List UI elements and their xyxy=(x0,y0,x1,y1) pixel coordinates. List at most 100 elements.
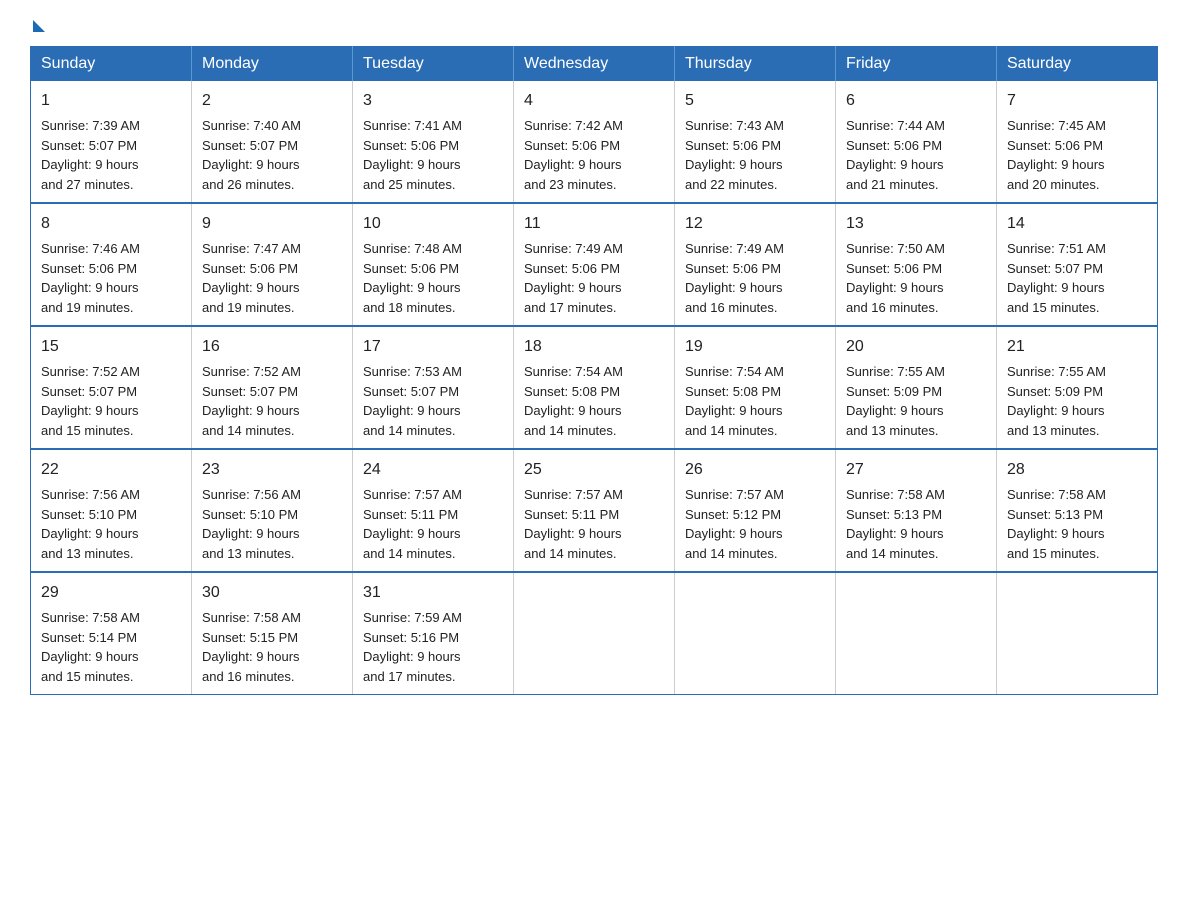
day-info: Sunrise: 7:57 AMSunset: 5:11 PMDaylight:… xyxy=(524,487,623,561)
day-number: 25 xyxy=(524,458,664,482)
weekday-header-tuesday: Tuesday xyxy=(353,47,514,82)
calendar-cell: 3 Sunrise: 7:41 AMSunset: 5:06 PMDayligh… xyxy=(353,81,514,203)
calendar-cell: 4 Sunrise: 7:42 AMSunset: 5:06 PMDayligh… xyxy=(514,81,675,203)
calendar-cell: 12 Sunrise: 7:49 AMSunset: 5:06 PMDaylig… xyxy=(675,203,836,326)
day-number: 9 xyxy=(202,212,342,236)
calendar-cell xyxy=(836,572,997,695)
week-row-5: 29 Sunrise: 7:58 AMSunset: 5:14 PMDaylig… xyxy=(31,572,1158,695)
day-number: 4 xyxy=(524,89,664,113)
calendar-cell: 16 Sunrise: 7:52 AMSunset: 5:07 PMDaylig… xyxy=(192,326,353,449)
day-number: 20 xyxy=(846,335,986,359)
weekday-header-sunday: Sunday xyxy=(31,47,192,82)
day-info: Sunrise: 7:53 AMSunset: 5:07 PMDaylight:… xyxy=(363,364,462,438)
calendar-cell: 14 Sunrise: 7:51 AMSunset: 5:07 PMDaylig… xyxy=(997,203,1158,326)
calendar-cell: 31 Sunrise: 7:59 AMSunset: 5:16 PMDaylig… xyxy=(353,572,514,695)
day-info: Sunrise: 7:43 AMSunset: 5:06 PMDaylight:… xyxy=(685,118,784,192)
day-number: 6 xyxy=(846,89,986,113)
day-info: Sunrise: 7:46 AMSunset: 5:06 PMDaylight:… xyxy=(41,241,140,315)
calendar-cell: 11 Sunrise: 7:49 AMSunset: 5:06 PMDaylig… xyxy=(514,203,675,326)
day-info: Sunrise: 7:55 AMSunset: 5:09 PMDaylight:… xyxy=(846,364,945,438)
day-info: Sunrise: 7:41 AMSunset: 5:06 PMDaylight:… xyxy=(363,118,462,192)
day-number: 27 xyxy=(846,458,986,482)
day-info: Sunrise: 7:44 AMSunset: 5:06 PMDaylight:… xyxy=(846,118,945,192)
weekday-header-row: SundayMondayTuesdayWednesdayThursdayFrid… xyxy=(31,47,1158,82)
day-info: Sunrise: 7:49 AMSunset: 5:06 PMDaylight:… xyxy=(524,241,623,315)
calendar-cell: 22 Sunrise: 7:56 AMSunset: 5:10 PMDaylig… xyxy=(31,449,192,572)
day-info: Sunrise: 7:58 AMSunset: 5:14 PMDaylight:… xyxy=(41,610,140,684)
weekday-header-wednesday: Wednesday xyxy=(514,47,675,82)
logo-area xyxy=(30,20,45,28)
calendar-cell: 26 Sunrise: 7:57 AMSunset: 5:12 PMDaylig… xyxy=(675,449,836,572)
weekday-header-friday: Friday xyxy=(836,47,997,82)
day-info: Sunrise: 7:56 AMSunset: 5:10 PMDaylight:… xyxy=(202,487,301,561)
calendar-cell: 13 Sunrise: 7:50 AMSunset: 5:06 PMDaylig… xyxy=(836,203,997,326)
day-number: 31 xyxy=(363,581,503,605)
calendar-cell: 5 Sunrise: 7:43 AMSunset: 5:06 PMDayligh… xyxy=(675,81,836,203)
day-info: Sunrise: 7:40 AMSunset: 5:07 PMDaylight:… xyxy=(202,118,301,192)
calendar-cell: 2 Sunrise: 7:40 AMSunset: 5:07 PMDayligh… xyxy=(192,81,353,203)
day-number: 21 xyxy=(1007,335,1147,359)
day-info: Sunrise: 7:58 AMSunset: 5:15 PMDaylight:… xyxy=(202,610,301,684)
calendar-cell: 8 Sunrise: 7:46 AMSunset: 5:06 PMDayligh… xyxy=(31,203,192,326)
day-info: Sunrise: 7:54 AMSunset: 5:08 PMDaylight:… xyxy=(524,364,623,438)
day-info: Sunrise: 7:58 AMSunset: 5:13 PMDaylight:… xyxy=(1007,487,1106,561)
day-number: 29 xyxy=(41,581,181,605)
day-number: 24 xyxy=(363,458,503,482)
calendar-cell: 27 Sunrise: 7:58 AMSunset: 5:13 PMDaylig… xyxy=(836,449,997,572)
calendar-cell: 28 Sunrise: 7:58 AMSunset: 5:13 PMDaylig… xyxy=(997,449,1158,572)
day-number: 16 xyxy=(202,335,342,359)
week-row-2: 8 Sunrise: 7:46 AMSunset: 5:06 PMDayligh… xyxy=(31,203,1158,326)
day-number: 30 xyxy=(202,581,342,605)
day-number: 14 xyxy=(1007,212,1147,236)
calendar-cell: 10 Sunrise: 7:48 AMSunset: 5:06 PMDaylig… xyxy=(353,203,514,326)
calendar-cell: 15 Sunrise: 7:52 AMSunset: 5:07 PMDaylig… xyxy=(31,326,192,449)
day-number: 11 xyxy=(524,212,664,236)
day-number: 1 xyxy=(41,89,181,113)
calendar-cell: 25 Sunrise: 7:57 AMSunset: 5:11 PMDaylig… xyxy=(514,449,675,572)
calendar-cell: 19 Sunrise: 7:54 AMSunset: 5:08 PMDaylig… xyxy=(675,326,836,449)
day-info: Sunrise: 7:48 AMSunset: 5:06 PMDaylight:… xyxy=(363,241,462,315)
logo-blue-part xyxy=(30,20,45,28)
week-row-3: 15 Sunrise: 7:52 AMSunset: 5:07 PMDaylig… xyxy=(31,326,1158,449)
day-number: 18 xyxy=(524,335,664,359)
day-info: Sunrise: 7:52 AMSunset: 5:07 PMDaylight:… xyxy=(202,364,301,438)
day-number: 3 xyxy=(363,89,503,113)
calendar-cell: 7 Sunrise: 7:45 AMSunset: 5:06 PMDayligh… xyxy=(997,81,1158,203)
day-info: Sunrise: 7:54 AMSunset: 5:08 PMDaylight:… xyxy=(685,364,784,438)
day-info: Sunrise: 7:56 AMSunset: 5:10 PMDaylight:… xyxy=(41,487,140,561)
calendar-cell: 23 Sunrise: 7:56 AMSunset: 5:10 PMDaylig… xyxy=(192,449,353,572)
day-info: Sunrise: 7:57 AMSunset: 5:11 PMDaylight:… xyxy=(363,487,462,561)
day-info: Sunrise: 7:52 AMSunset: 5:07 PMDaylight:… xyxy=(41,364,140,438)
day-number: 13 xyxy=(846,212,986,236)
day-info: Sunrise: 7:59 AMSunset: 5:16 PMDaylight:… xyxy=(363,610,462,684)
calendar-cell: 17 Sunrise: 7:53 AMSunset: 5:07 PMDaylig… xyxy=(353,326,514,449)
logo-triangle-icon xyxy=(33,20,45,32)
day-number: 5 xyxy=(685,89,825,113)
calendar-cell: 24 Sunrise: 7:57 AMSunset: 5:11 PMDaylig… xyxy=(353,449,514,572)
calendar-cell: 9 Sunrise: 7:47 AMSunset: 5:06 PMDayligh… xyxy=(192,203,353,326)
day-number: 19 xyxy=(685,335,825,359)
calendar-cell: 29 Sunrise: 7:58 AMSunset: 5:14 PMDaylig… xyxy=(31,572,192,695)
day-info: Sunrise: 7:57 AMSunset: 5:12 PMDaylight:… xyxy=(685,487,784,561)
day-info: Sunrise: 7:49 AMSunset: 5:06 PMDaylight:… xyxy=(685,241,784,315)
calendar-cell: 20 Sunrise: 7:55 AMSunset: 5:09 PMDaylig… xyxy=(836,326,997,449)
day-info: Sunrise: 7:45 AMSunset: 5:06 PMDaylight:… xyxy=(1007,118,1106,192)
day-number: 7 xyxy=(1007,89,1147,113)
week-row-4: 22 Sunrise: 7:56 AMSunset: 5:10 PMDaylig… xyxy=(31,449,1158,572)
logo xyxy=(30,20,45,28)
weekday-header-saturday: Saturday xyxy=(997,47,1158,82)
calendar-cell xyxy=(514,572,675,695)
day-number: 10 xyxy=(363,212,503,236)
calendar-cell xyxy=(675,572,836,695)
day-number: 22 xyxy=(41,458,181,482)
calendar-cell: 1 Sunrise: 7:39 AMSunset: 5:07 PMDayligh… xyxy=(31,81,192,203)
day-info: Sunrise: 7:47 AMSunset: 5:06 PMDaylight:… xyxy=(202,241,301,315)
calendar-cell: 6 Sunrise: 7:44 AMSunset: 5:06 PMDayligh… xyxy=(836,81,997,203)
weekday-header-monday: Monday xyxy=(192,47,353,82)
day-number: 23 xyxy=(202,458,342,482)
day-number: 15 xyxy=(41,335,181,359)
day-number: 17 xyxy=(363,335,503,359)
calendar-cell: 21 Sunrise: 7:55 AMSunset: 5:09 PMDaylig… xyxy=(997,326,1158,449)
week-row-1: 1 Sunrise: 7:39 AMSunset: 5:07 PMDayligh… xyxy=(31,81,1158,203)
day-info: Sunrise: 7:50 AMSunset: 5:06 PMDaylight:… xyxy=(846,241,945,315)
